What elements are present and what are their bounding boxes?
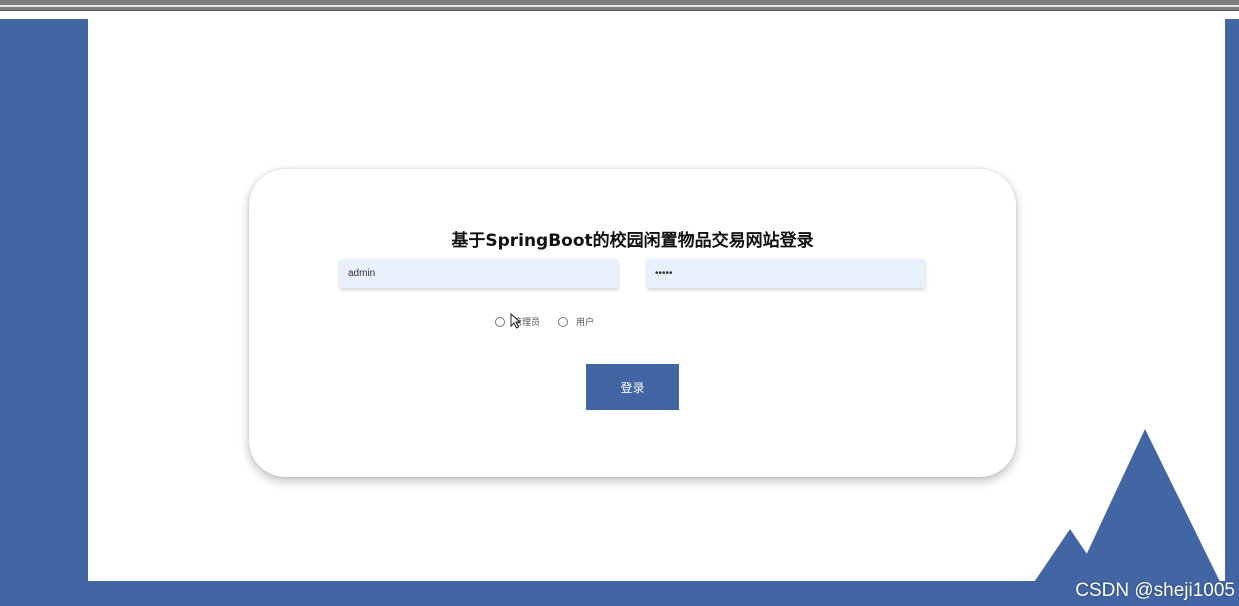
mountain-decoration <box>1026 429 1226 594</box>
mouse-cursor-icon <box>510 313 522 329</box>
watermark: CSDN @sheji1005 <box>1075 580 1235 601</box>
radio-circle-icon[interactable] <box>558 316 569 327</box>
login-card: 基于SpringBoot的校园闲置物品交易网站登录 管理员 用户 登录 <box>249 169 1016 477</box>
role-label-user: 用户 <box>576 318 595 328</box>
role-radio-user[interactable]: 用户 <box>558 315 594 328</box>
page-title: 基于SpringBoot的校园闲置物品交易网站登录 <box>451 231 814 251</box>
login-button[interactable]: 登录 <box>586 364 679 410</box>
top-border <box>0 0 1239 11</box>
username-input[interactable] <box>340 259 618 288</box>
radio-circle-icon[interactable] <box>495 316 505 327</box>
password-input[interactable] <box>647 259 925 288</box>
